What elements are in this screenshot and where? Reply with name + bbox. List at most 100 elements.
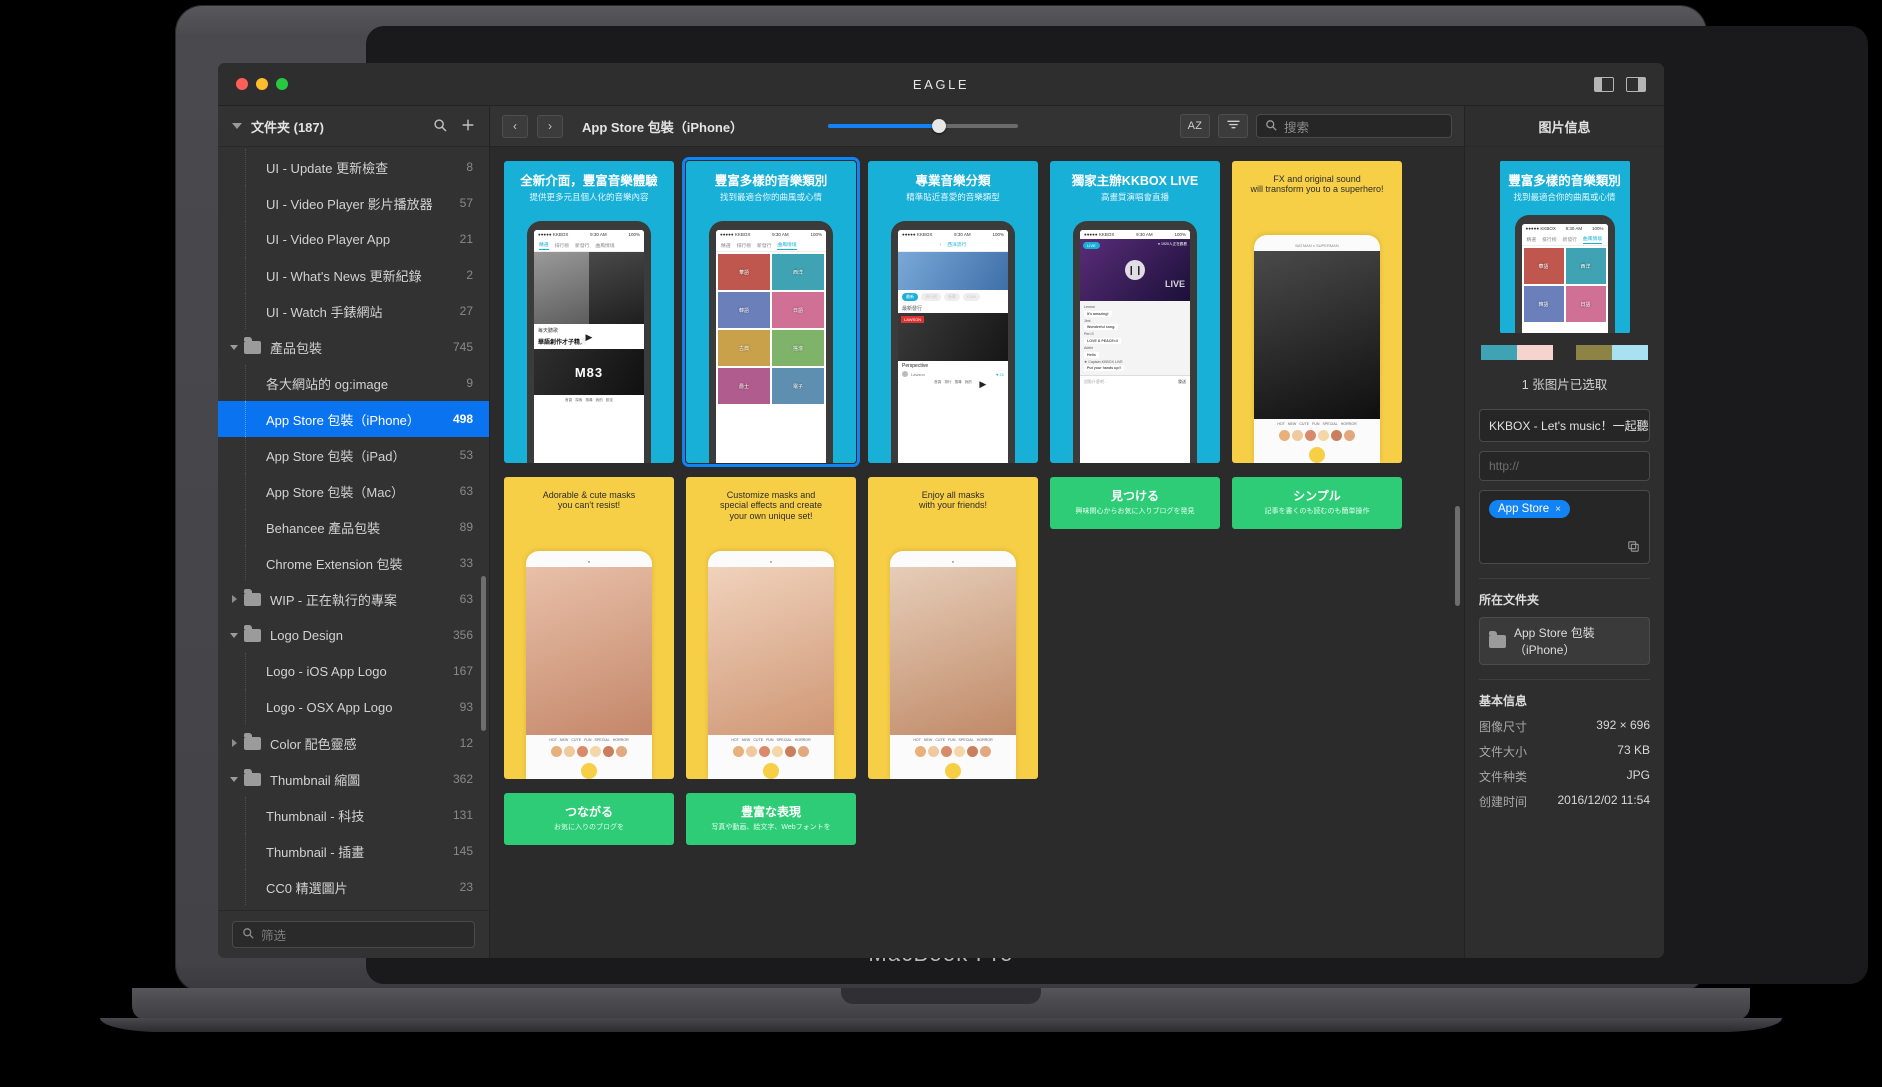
sidebar-item-0[interactable]: UI - Update 更新檢查 8 — [218, 149, 489, 185]
mask-thumbnail[interactable] — [1331, 430, 1342, 441]
sidebar-item-18[interactable]: Thumbnail - 科技 131 — [218, 797, 489, 833]
image-name-field[interactable]: KKBOX - Let's music！一起聽音樂吧 — [1479, 409, 1650, 442]
tags-field[interactable]: App Store × — [1479, 490, 1650, 564]
thumbnail-card[interactable]: 獨家主辦KKBOX LIVE 高畫質演唱會直播 ●●●●● KKBOX 9:30 AM… — [1050, 161, 1220, 463]
mask-thumbnail[interactable] — [1305, 430, 1316, 441]
forward-button[interactable]: › — [537, 114, 563, 138]
thumbnail-card[interactable]: シンプル 記事を書くのも読むのも簡単操作 — [1232, 477, 1402, 529]
mask-thumbnails[interactable] — [890, 742, 1016, 761]
mask-thumbnail[interactable] — [928, 746, 939, 757]
thumbnail-card[interactable]: 全新介面，豐富音樂體驗 提供更多元且個人化的音樂內容 ●●●●● KKBOX 9:30… — [504, 161, 674, 463]
genre-tile[interactable]: 西洋 — [772, 254, 824, 290]
thumbnail-card[interactable]: 專業音樂分類 精準貼近喜愛的音樂類型 ●●●●● KKBOX 9:30 AM 100% ‹… — [868, 161, 1038, 463]
chevron-down-icon[interactable] — [226, 632, 242, 638]
sort-button[interactable]: AZ — [1180, 114, 1210, 138]
filter-button[interactable] — [1218, 114, 1248, 138]
mask-thumbnail[interactable] — [551, 746, 562, 757]
image-url-field[interactable]: http:// — [1479, 451, 1650, 481]
mask-thumbnail[interactable] — [564, 746, 575, 757]
chevron-right-icon[interactable] — [226, 739, 242, 747]
thumbnail-card[interactable]: 豐富多樣的音樂類別 找到最適合你的曲風或心情 ●●●●● KKBOX 9:30 AM 1… — [682, 157, 860, 467]
mask-thumbnail[interactable] — [1292, 430, 1303, 441]
genre-tile[interactable]: 搖滾 — [772, 330, 824, 366]
shutter-button[interactable] — [945, 763, 961, 779]
sidebar-item-9[interactable]: App Store 包裝（Mac） 63 — [218, 473, 489, 509]
copy-icon[interactable] — [1627, 540, 1640, 556]
mask-thumbnail[interactable] — [759, 746, 770, 757]
thumbnail-card[interactable]: つながる お気に入りのブログを — [504, 793, 674, 845]
chevron-down-icon[interactable] — [226, 776, 242, 782]
mask-thumbnail[interactable] — [772, 746, 783, 757]
mask-thumbnail[interactable] — [616, 746, 627, 757]
sidebar-item-19[interactable]: Thumbnail - 插畫 145 — [218, 833, 489, 869]
search-icon[interactable] — [433, 118, 447, 135]
sidebar-folder-list[interactable]: UI - Update 更新檢查 8 UI - Video Player 影片播放器… — [218, 147, 489, 910]
tag-remove-icon[interactable]: × — [1555, 504, 1561, 515]
mask-thumbnails[interactable] — [708, 742, 834, 761]
image-preview[interactable]: 豐富多樣的音樂類別 找到最適合你的曲風或心情 ●●●●● KKBOX 9:30 A… — [1499, 161, 1630, 333]
sidebar-filter-input[interactable]: 筛选 — [232, 921, 475, 948]
shutter-button[interactable] — [1309, 447, 1325, 463]
mask-thumbnail[interactable] — [1318, 430, 1329, 441]
thumbnail-card[interactable]: FX and original sound will transform you… — [1232, 161, 1402, 463]
mask-thumbnails[interactable] — [1254, 426, 1380, 445]
sidebar-item-11[interactable]: Chrome Extension 包裝 33 — [218, 545, 489, 581]
containing-folder-chip[interactable]: App Store 包裝（iPhone） — [1479, 617, 1650, 665]
thumbnail-grid-scroll[interactable]: 全新介面，豐富音樂體驗 提供更多元且個人化的音樂內容 ●●●●● KKBOX 9:30… — [490, 147, 1464, 958]
shutter-button[interactable] — [763, 763, 779, 779]
sidebar-item-10[interactable]: Behancee 產品包裝 89 — [218, 509, 489, 545]
genre-tile[interactable]: 韓語 — [718, 292, 770, 328]
mask-thumbnail[interactable] — [603, 746, 614, 757]
genre-tile[interactable]: 爵士 — [718, 368, 770, 404]
mask-thumbnail[interactable] — [733, 746, 744, 757]
sidebar-item-2[interactable]: UI - Video Player App 21 — [218, 221, 489, 257]
mask-thumbnail[interactable] — [1344, 430, 1355, 441]
thumbnail-card[interactable]: Adorable & cute masks you can't resist! ●… — [504, 477, 674, 779]
mask-thumbnail[interactable] — [746, 746, 757, 757]
sidebar-item-12[interactable]: WIP - 正在執行的專案 63 — [218, 581, 489, 617]
sidebar-item-5[interactable]: 產品包裝 745 — [218, 329, 489, 365]
tag-chip[interactable]: App Store × — [1489, 500, 1570, 518]
shutter-button[interactable] — [581, 763, 597, 779]
sidebar-item-6[interactable]: 各大網站的 og:image 9 — [218, 365, 489, 401]
mask-thumbnails[interactable] — [526, 742, 652, 761]
mask-thumbnail[interactable] — [980, 746, 991, 757]
mask-thumbnail[interactable] — [577, 746, 588, 757]
sidebar-item-7[interactable]: App Store 包裝（iPhone） 498 — [218, 401, 489, 437]
genre-tile[interactable]: 日語 — [772, 292, 824, 328]
mask-thumbnail[interactable] — [941, 746, 952, 757]
sidebar-item-8[interactable]: App Store 包裝（iPad） 53 — [218, 437, 489, 473]
search-input[interactable]: 搜索 — [1256, 114, 1452, 138]
sidebar-scrollbar[interactable] — [481, 576, 486, 731]
sidebar-item-20[interactable]: CC0 精選圖片 23 — [218, 869, 489, 905]
sidebar-item-13[interactable]: Logo Design 356 — [218, 617, 489, 653]
mask-thumbnail[interactable] — [590, 746, 601, 757]
play-icon[interactable]: ▶ — [579, 327, 599, 348]
thumbnail-card[interactable]: Enjoy all masks with your friends! ● HOT NE… — [868, 477, 1038, 779]
genre-tile[interactable]: 電子 — [772, 368, 824, 404]
mask-thumbnail[interactable] — [967, 746, 978, 757]
sidebar-item-17[interactable]: Thumbnail 縮圖 362 — [218, 761, 489, 797]
mask-thumbnail[interactable] — [954, 746, 965, 757]
chevron-right-icon[interactable] — [226, 595, 242, 603]
sidebar-item-4[interactable]: UI - Watch 手錶網站 27 — [218, 293, 489, 329]
mask-thumbnail[interactable] — [785, 746, 796, 757]
sidebar-item-3[interactable]: UI - What's News 更新紀錄 2 — [218, 257, 489, 293]
genre-tile[interactable]: 古典 — [718, 330, 770, 366]
thumbnail-grid[interactable]: 全新介面，豐富音樂體驗 提供更多元且個人化的音樂內容 ●●●●● KKBOX 9:30… — [504, 157, 1464, 845]
genre-tile[interactable]: 華語 — [718, 254, 770, 290]
chevron-down-icon[interactable] — [226, 344, 242, 350]
back-button[interactable]: ‹ — [502, 114, 528, 138]
thumbnail-card[interactable]: Customize masks and special effects and … — [686, 477, 856, 779]
sidebar-item-15[interactable]: Logo - OSX App Logo 93 — [218, 689, 489, 725]
slider-knob[interactable] — [931, 119, 946, 133]
pause-icon[interactable]: ❙❙ — [1125, 260, 1145, 280]
mask-thumbnail[interactable] — [798, 746, 809, 757]
grid-scrollbar[interactable] — [1455, 506, 1460, 606]
mask-thumbnail[interactable] — [1279, 430, 1290, 441]
sidebar-item-1[interactable]: UI - Video Player 影片播放器 57 — [218, 185, 489, 221]
play-icon[interactable]: ▶ — [972, 374, 993, 395]
sidebar-item-16[interactable]: Color 配色靈感 12 — [218, 725, 489, 761]
mask-thumbnail[interactable] — [915, 746, 926, 757]
thumbnail-size-slider[interactable] — [828, 119, 1019, 133]
